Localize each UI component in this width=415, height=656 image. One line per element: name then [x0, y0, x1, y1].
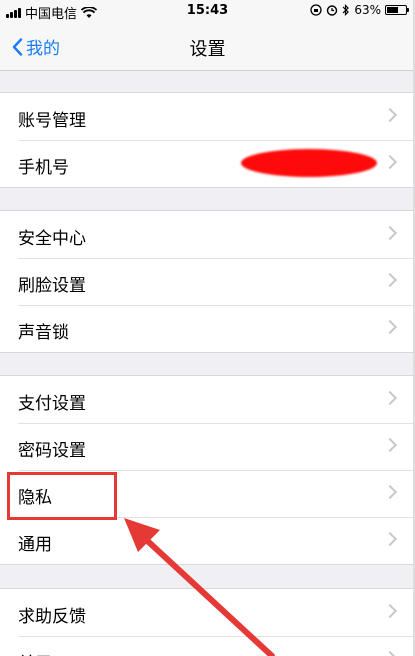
page-title: 设置 [189, 39, 226, 60]
chevron-right-icon [382, 484, 398, 500]
settings-item-security-center[interactable]: 安全中心 [0, 211, 415, 258]
settings-item-label: 隐私 [18, 488, 52, 508]
chevron-right-icon [382, 225, 398, 241]
chevron-right-icon [382, 390, 398, 406]
settings-item-voice-lock[interactable]: 声音锁 [0, 305, 415, 352]
settings-group-payment: 支付设置 密码设置 隐私 通用 [0, 375, 415, 565]
settings-item-password-settings[interactable]: 密码设置 [0, 423, 415, 470]
battery-percent: 63% [354, 3, 381, 17]
settings-item-payment-settings[interactable]: 支付设置 [0, 376, 415, 423]
chevron-right-icon [382, 603, 398, 619]
chevron-right-icon [382, 272, 398, 288]
chevron-right-icon [382, 437, 398, 453]
settings-item-label: 手机号 [18, 158, 69, 178]
settings-item-general[interactable]: 通用 [0, 517, 415, 564]
settings-item-account-management[interactable]: 账号管理 [0, 93, 415, 140]
settings-group-help: 求助反馈 关于 [0, 588, 415, 656]
settings-item-privacy[interactable]: 隐私 [0, 470, 415, 517]
settings-item-label: 关于 [18, 649, 52, 656]
settings-screen: 中国电信 15:43 63% 我的 设置 账号管理 手机号 安全中心 刷脸设置 … [0, 0, 415, 656]
rotation-lock-icon [310, 4, 322, 16]
bluetooth-icon [342, 4, 350, 16]
battery-icon [385, 5, 409, 15]
settings-item-face-settings[interactable]: 刷脸设置 [0, 258, 415, 305]
settings-item-label: 声音锁 [18, 323, 69, 343]
chevron-right-icon [382, 531, 398, 547]
chevron-right-icon [382, 107, 398, 123]
settings-item-phone-number[interactable]: 手机号 [0, 140, 415, 187]
settings-item-about[interactable]: 关于 [0, 636, 415, 656]
settings-group-security: 安全中心 刷脸设置 声音锁 [0, 210, 415, 353]
alarm-icon [327, 5, 338, 16]
settings-item-label: 密码设置 [18, 441, 86, 461]
settings-item-label: 通用 [18, 535, 52, 555]
chevron-right-icon [382, 154, 398, 170]
settings-item-label: 求助反馈 [18, 607, 86, 627]
settings-item-label: 账号管理 [18, 111, 86, 131]
redaction-mark [241, 149, 377, 177]
chevron-right-icon [382, 650, 398, 656]
battery-level [387, 7, 399, 13]
status-right: 63% [310, 3, 409, 17]
settings-item-label: 刷脸设置 [18, 276, 86, 296]
settings-item-help-feedback[interactable]: 求助反馈 [0, 589, 415, 636]
status-bar: 中国电信 15:43 63% [0, 0, 415, 22]
settings-group-account: 账号管理 手机号 [0, 92, 415, 188]
navigation-bar: 我的 设置 [0, 22, 415, 71]
chevron-right-icon [382, 319, 398, 335]
settings-item-label: 安全中心 [18, 229, 86, 249]
settings-item-label: 支付设置 [18, 394, 86, 414]
